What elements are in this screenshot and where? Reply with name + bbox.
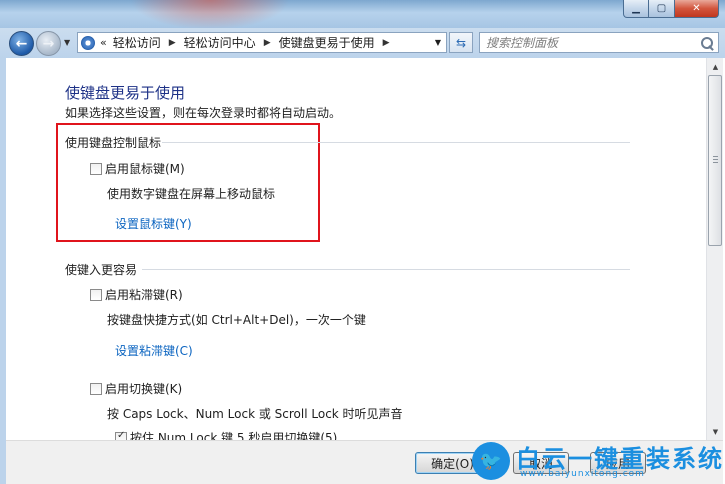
window-controls: ▁ ▢ ✕ (623, 0, 719, 18)
close-button[interactable]: ✕ (675, 0, 719, 18)
sticky-keys-description: 按键盘快捷方式(如 Ctrl+Alt+Del)，一次一个键 (107, 313, 366, 327)
toggle-keys-checkbox[interactable] (90, 382, 102, 395)
toggle-keys-hold-checkbox[interactable] (115, 430, 127, 440)
arrow-right-icon: → (42, 35, 55, 52)
refresh-icon: ⇆ (455, 35, 467, 50)
section-title-typing: 使键入更容易 (65, 263, 138, 277)
section-divider (162, 142, 630, 143)
control-panel-icon (81, 35, 95, 50)
main-content: 使键盘更易于使用 如果选择这些设置，则在每次登录时都将自动启动。 使用键盘控制鼠… (6, 58, 706, 440)
breadcrumb-overflow[interactable]: « (100, 36, 107, 49)
breadcrumb-item[interactable]: 轻松访问 (113, 34, 161, 51)
breadcrumb-item[interactable]: 使键盘更易于使用 (279, 34, 375, 51)
search-input[interactable] (480, 33, 699, 52)
toggle-keys-checkbox-row[interactable]: 启用切换键(K) (90, 380, 182, 397)
minimize-icon: ▁ (632, 3, 640, 14)
refresh-button[interactable]: ⇆ (449, 32, 473, 53)
back-button[interactable]: ← (9, 31, 34, 56)
search-box[interactable] (479, 32, 719, 53)
watermark: 🐦 白云一键重装系统 www.baiyunxitong.com (472, 436, 725, 484)
title-bar: ▁ ▢ ✕ (0, 0, 725, 30)
recent-pages-dropdown[interactable]: ▼ (64, 38, 70, 47)
scrollbar-thumb[interactable] (708, 75, 722, 246)
mouse-keys-checkbox-row[interactable]: 启用鼠标键(M) (90, 160, 185, 177)
close-icon: ✕ (692, 3, 701, 14)
set-up-sticky-keys-link[interactable]: 设置粘滞键(C) (115, 342, 193, 359)
minimize-button[interactable]: ▁ (623, 0, 649, 18)
bird-logo-icon: 🐦 (472, 442, 510, 480)
mouse-keys-label[interactable]: 启用鼠标键(M) (105, 160, 185, 177)
watermark-url: www.baiyunxitong.com (520, 469, 645, 479)
chevron-right-icon[interactable]: ▶ (264, 38, 271, 48)
forward-button[interactable]: → (36, 31, 61, 56)
set-up-mouse-keys-link[interactable]: 设置鼠标键(Y) (115, 215, 192, 232)
search-icon[interactable] (699, 35, 715, 51)
toggle-keys-description: 按 Caps Lock、Num Lock 或 Scroll Lock 时听见声音 (107, 407, 403, 421)
toggle-keys-hold-checkbox-row[interactable]: 按住 Num Lock 键 5 秒启用切换键(5) (115, 429, 337, 440)
scroll-up-icon[interactable]: ▲ (707, 58, 724, 75)
address-bar[interactable]: « 轻松访问 ▶ 轻松访问中心 ▶ 使键盘更易于使用 ▶ ▼ (77, 32, 447, 53)
sticky-keys-checkbox[interactable] (90, 288, 102, 301)
page-title: 使键盘更易于使用 (65, 84, 186, 102)
breadcrumb-item[interactable]: 轻松访问中心 (184, 34, 256, 51)
sticky-keys-label[interactable]: 启用粘滞键(R) (105, 286, 183, 303)
section-title-mouse-keys: 使用键盘控制鼠标 (65, 136, 162, 150)
sticky-keys-checkbox-row[interactable]: 启用粘滞键(R) (90, 286, 183, 303)
maximize-icon: ▢ (656, 3, 667, 14)
mouse-keys-description: 使用数字键盘在屏幕上移动鼠标 (107, 187, 276, 201)
chevron-right-icon[interactable]: ▶ (169, 38, 176, 48)
chevron-right-icon[interactable]: ▶ (383, 38, 390, 48)
mouse-keys-checkbox[interactable] (90, 162, 102, 175)
arrow-left-icon: ← (15, 35, 28, 52)
toggle-keys-hold-label[interactable]: 按住 Num Lock 键 5 秒启用切换键(5) (130, 429, 337, 440)
titlebar-glow (130, 0, 290, 30)
chevron-down-icon[interactable]: ▼ (435, 38, 441, 47)
toggle-keys-label[interactable]: 启用切换键(K) (105, 380, 182, 397)
vertical-scrollbar[interactable]: ▲ ▼ (706, 58, 723, 440)
section-divider (142, 269, 630, 270)
page-subtitle: 如果选择这些设置，则在每次登录时都将自动启动。 (65, 106, 342, 120)
maximize-button[interactable]: ▢ (649, 0, 675, 18)
scrollbar-grip-icon (713, 156, 718, 164)
